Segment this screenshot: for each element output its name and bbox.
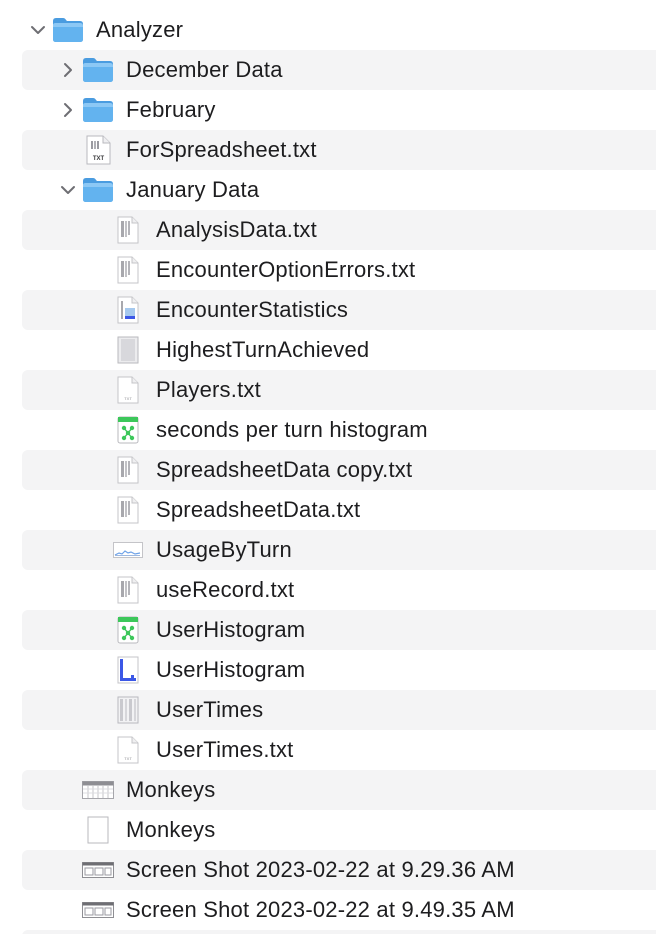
- file-row-userhistogram[interactable]: UserHistogram: [22, 650, 656, 690]
- file-row-seconds-per-turn-histogram[interactable]: seconds per turn histogram: [22, 410, 656, 450]
- item-label: SpreadsheetData.txt: [156, 497, 361, 522]
- txt-file-icon: [112, 456, 144, 484]
- txt-file-icon: [112, 576, 144, 604]
- file-row-spreadsheetdata-txt[interactable]: SpreadsheetData.txt: [22, 490, 656, 530]
- screenshot-icon: [82, 856, 114, 884]
- item-label: Screen Shot 2023-02-22 at 9.49.35 AM: [126, 897, 515, 922]
- txt-file-icon: [112, 256, 144, 284]
- file-row-usagebyturn[interactable]: UsageByTurn: [22, 530, 656, 570]
- item-label: Analyzer: [96, 17, 184, 42]
- file-row-encounteroptionerrors-txt[interactable]: EncounterOptionErrors.txt: [22, 250, 656, 290]
- empty-row: [22, 930, 656, 934]
- file-row-monkeys[interactable]: Monkeys: [22, 810, 656, 850]
- folder-row-december-data[interactable]: December Data: [22, 50, 656, 90]
- folder-icon: [82, 56, 114, 84]
- item-label: January Data: [126, 177, 260, 202]
- svg-text:TXT: TXT: [124, 756, 132, 761]
- document-icon: [112, 696, 144, 724]
- item-label: UserTimes: [156, 697, 264, 722]
- folder-icon: [52, 16, 84, 44]
- folder-row-february[interactable]: February: [22, 90, 656, 130]
- screenshot-icon: [82, 896, 114, 924]
- item-label: SpreadsheetData copy.txt: [156, 457, 413, 482]
- file-row-usertimes[interactable]: UserTimes: [22, 690, 656, 730]
- chevron-right-icon[interactable]: [58, 100, 78, 120]
- file-row-highestturnachieved[interactable]: HighestTurnAchieved: [22, 330, 656, 370]
- file-row-players-txt[interactable]: TXT Players.txt: [22, 370, 656, 410]
- item-label: EncounterOptionErrors.txt: [156, 257, 416, 282]
- file-row-userecord-txt[interactable]: useRecord.txt: [22, 570, 656, 610]
- item-label: AnalysisData.txt: [156, 217, 317, 242]
- item-label: useRecord.txt: [156, 577, 295, 602]
- numbers-document-icon: [112, 616, 144, 644]
- item-label: ForSpreadsheet.txt: [126, 137, 317, 162]
- file-row-monkeys[interactable]: Monkeys: [22, 770, 656, 810]
- item-label: Monkeys: [126, 777, 216, 802]
- document-icon: [112, 336, 144, 364]
- item-label: Screen Shot 2023-02-22 at 9.29.36 AM: [126, 857, 515, 882]
- file-row-screen-shot-2023-02-22-at-9-49-35-am[interactable]: Screen Shot 2023-02-22 at 9.49.35 AM: [22, 890, 656, 930]
- file-row-screen-shot-2023-02-22-at-9-29-36-am[interactable]: Screen Shot 2023-02-22 at 9.29.36 AM: [22, 850, 656, 890]
- item-label: Monkeys: [126, 817, 216, 842]
- file-row-userhistogram[interactable]: UserHistogram: [22, 610, 656, 650]
- folder-row-analyzer[interactable]: Analyzer: [0, 10, 656, 50]
- file-row-forspreadsheet-txt[interactable]: TXT ForSpreadsheet.txt: [22, 130, 656, 170]
- chart-document-icon: [112, 656, 144, 684]
- item-label: UserHistogram: [156, 657, 306, 682]
- numbers-document-icon: [112, 416, 144, 444]
- txt-file-icon: TXT: [112, 736, 144, 764]
- file-row-analysisdata-txt[interactable]: AnalysisData.txt: [22, 210, 656, 250]
- file-row-spreadsheetdata-copy-txt[interactable]: SpreadsheetData copy.txt: [22, 450, 656, 490]
- chart-document-icon: [112, 296, 144, 324]
- chart-thumbnail-icon: [112, 536, 144, 564]
- item-label: UserTimes.txt: [156, 737, 294, 762]
- document-icon: [82, 816, 114, 844]
- svg-text:TXT: TXT: [124, 396, 132, 401]
- spreadsheet-thumbnail-icon: [82, 776, 114, 804]
- item-label: February: [126, 97, 216, 122]
- chevron-down-icon[interactable]: [28, 20, 48, 40]
- finder-list-view: Analyzer December Data February TXT ForS…: [0, 0, 656, 934]
- txt-file-icon: TXT: [112, 376, 144, 404]
- item-label: UserHistogram: [156, 617, 306, 642]
- item-label: UsageByTurn: [156, 537, 292, 562]
- item-label: HighestTurnAchieved: [156, 337, 370, 362]
- svg-text:TXT: TXT: [93, 156, 105, 162]
- folder-icon: [82, 176, 114, 204]
- file-row-encounterstatistics[interactable]: EncounterStatistics: [22, 290, 656, 330]
- item-label: December Data: [126, 57, 283, 82]
- txt-file-icon: [112, 216, 144, 244]
- folder-icon: [82, 96, 114, 124]
- txt-file-icon: TXT: [82, 135, 114, 165]
- folder-row-january-data[interactable]: January Data: [22, 170, 656, 210]
- item-label: EncounterStatistics: [156, 297, 349, 322]
- chevron-right-icon[interactable]: [58, 60, 78, 80]
- item-label: seconds per turn histogram: [156, 417, 428, 442]
- item-label: Players.txt: [156, 377, 261, 402]
- chevron-down-icon[interactable]: [58, 180, 78, 200]
- txt-file-icon: [112, 496, 144, 524]
- file-row-usertimes-txt[interactable]: TXT UserTimes.txt: [22, 730, 656, 770]
